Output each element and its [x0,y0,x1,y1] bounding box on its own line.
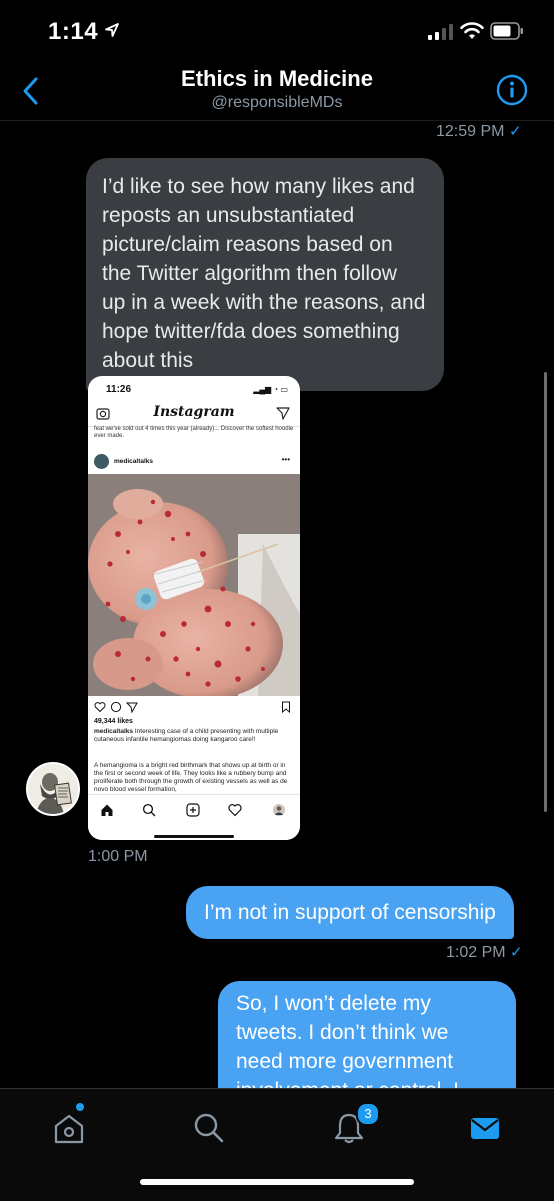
home-indicator [140,1179,414,1185]
wifi-icon [460,22,484,39]
outgoing-message-bubble[interactable]: I’m not in support of censorship [186,886,514,939]
instagram-logo: Instagram [153,404,235,420]
conversation-handle[interactable]: @responsibleMDs [0,94,554,112]
battery-icon [490,22,523,40]
post-photo [88,474,300,696]
ig-heart-icon [228,804,242,817]
ig-profile-icon [273,804,285,816]
scrollbar[interactable] [544,372,547,812]
shot-status-time: 11:26 [106,384,132,395]
direct-icon [276,407,290,420]
message-timestamp: 1:00 PM [88,848,148,865]
bottom-tab-bar: 3 [0,1088,554,1201]
home-new-dot [76,1103,84,1111]
signal-icon [428,24,453,40]
post-caption-more: A hemangioma is a bright red birthmark t… [94,762,288,793]
post-header: medicaltalks ••• [88,450,300,474]
instagram-tab-bar [88,794,300,840]
post-avatar [94,454,109,469]
incoming-message-bubble[interactable]: I’d like to see how many likes and repos… [86,158,444,391]
notifications-badge: 3 [356,1102,380,1126]
ig-home-icon [101,804,113,816]
likes-count: 49,344 likes [94,718,133,725]
heart-icon [94,702,106,713]
avatar[interactable] [26,762,80,816]
ig-add-icon [186,803,200,817]
sent-check-icon: ✓ [508,123,522,140]
message-timestamp: 12:59 PM ✓ [436,123,522,140]
shared-image[interactable]: 11:26 ▂▄▆ ◔ ▭ Instagram feat we've sold … [88,376,300,840]
share-icon [126,702,138,713]
home-icon[interactable] [52,1111,86,1145]
conversation-title[interactable]: Ethics in Medicine [0,66,554,92]
status-bar: 1:14 [0,0,554,62]
post-username: medicaltalks [114,458,154,465]
location-arrow-icon [105,23,119,37]
ig-search-icon [142,803,156,817]
post-actions [88,696,300,718]
post-caption: medicaltalks Interesting case of a child… [94,728,279,743]
previous-post-caption: feat we've sold out 4 times this year (a… [94,426,294,439]
comment-icon [110,701,122,713]
search-icon[interactable] [192,1111,226,1145]
mail-icon[interactable] [468,1111,502,1145]
home-indicator [154,835,234,838]
bookmark-icon [282,701,290,713]
status-time: 1:14 [48,18,99,45]
shot-status-icons: ▂▄▆ ◔ ▭ [253,385,288,394]
sent-check-icon: ✓ [510,944,523,961]
more-icon: ••• [281,455,290,464]
info-icon[interactable] [496,74,528,106]
message-timestamp: 1:02 PM ✓ [446,944,523,961]
conversation-header: Ethics in Medicine @responsibleMDs [0,62,554,121]
instagram-top-bar: Instagram [88,400,300,427]
